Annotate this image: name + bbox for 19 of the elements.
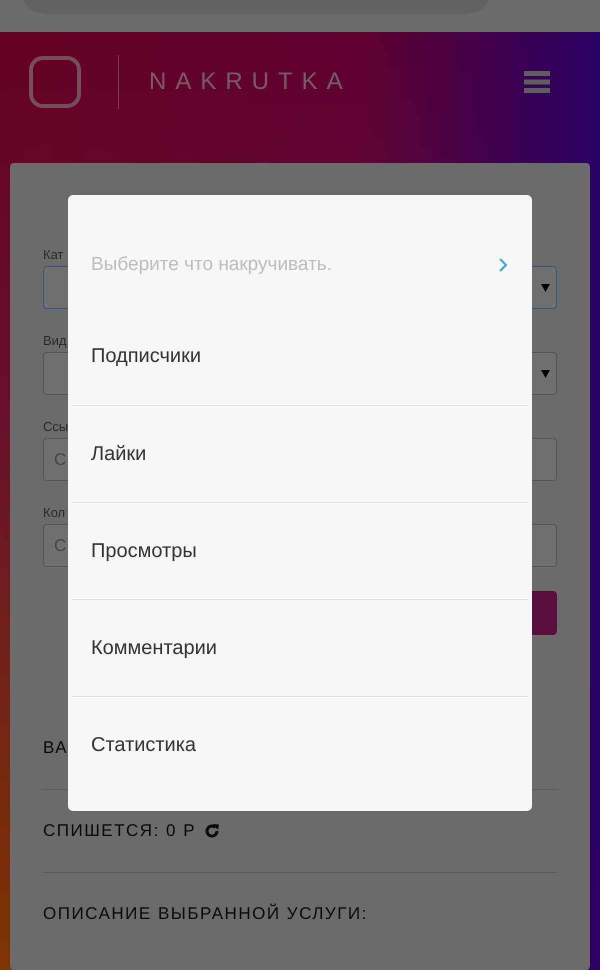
refresh-icon[interactable] — [204, 823, 220, 839]
option-item[interactable]: Подписчики — [72, 308, 528, 405]
menu-icon[interactable] — [524, 71, 550, 93]
field-label: Вид — [43, 333, 67, 348]
field-label: Кат — [43, 247, 64, 262]
chevron-right-icon — [498, 257, 508, 273]
option-item[interactable]: Просмотры — [72, 502, 528, 599]
field-label: Кол — [43, 505, 66, 520]
option-item[interactable]: Комментарии — [72, 599, 528, 696]
info-text: СПИШЕТСЯ: 0 Р — [43, 821, 196, 841]
dropdown-arrow-icon — [541, 284, 550, 292]
dropdown-arrow-icon — [541, 370, 550, 378]
dialog-title: Выберите что накручивать. — [91, 254, 332, 276]
field-label: Ссы — [43, 419, 68, 434]
info-text: ВА — [43, 738, 68, 758]
info-text: ОПИСАНИЕ ВЫБРАННОЙ УСЛУГИ: — [43, 904, 368, 924]
brand-name: NAKRUTKA — [149, 68, 353, 96]
option-item[interactable]: Лайки — [72, 405, 528, 502]
option-item[interactable]: Статистика — [72, 696, 528, 793]
